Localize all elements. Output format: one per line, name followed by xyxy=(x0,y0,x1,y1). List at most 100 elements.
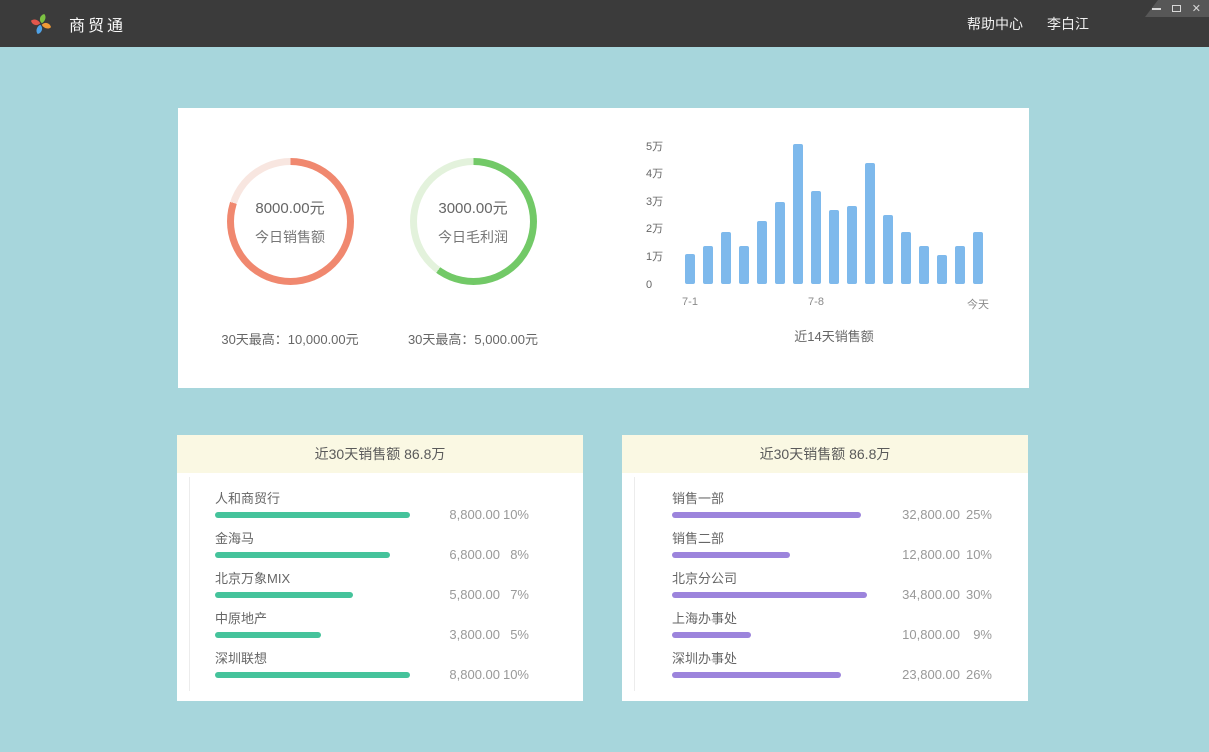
rank-item-percent: 10% xyxy=(960,547,992,562)
today-sales-ring: 8000.00元 今日销售额 xyxy=(227,158,354,285)
customer-rank-list: 人和商贸行8,800.0010% 金海马6,800.008% 北京万象MIX5,80… xyxy=(177,473,583,701)
rank-item-amount: 32,800.00 xyxy=(860,507,960,522)
rank-item-bar xyxy=(672,632,751,638)
maximize-icon[interactable] xyxy=(1172,5,1181,12)
bar xyxy=(901,232,911,284)
rank-item-bar xyxy=(672,672,841,678)
rank-item-values: 10,800.009% xyxy=(860,627,992,642)
bar xyxy=(811,191,821,285)
rank-item-bar xyxy=(672,552,790,558)
bar xyxy=(757,221,767,284)
rank-item-name: 北京万象MIX xyxy=(215,571,583,587)
rank-item-percent: 25% xyxy=(960,507,992,522)
rank-item-values: 5,800.007% xyxy=(400,587,529,602)
bar-chart-title: 近14天销售额 xyxy=(685,326,983,345)
x-axis-tick: 7-1 xyxy=(682,296,698,308)
rank-row[interactable]: 金海马6,800.008% xyxy=(215,531,583,558)
today-profit-label: 今日毛利润 xyxy=(438,227,508,247)
x-axis-tick: 7-8 xyxy=(808,296,824,308)
rank-item-values: 32,800.0025% xyxy=(860,507,992,522)
titlebar: 商贸通 帮助中心 李白江 ✕ xyxy=(0,0,1209,47)
rank-item-percent: 10% xyxy=(500,667,529,682)
bar xyxy=(721,232,731,284)
user-name-link[interactable]: 李白江 xyxy=(1047,14,1089,34)
rank-item-values: 8,800.0010% xyxy=(400,507,529,522)
rank-item-amount: 23,800.00 xyxy=(860,667,960,682)
today-profit-gauge: 3000.00元 今日毛利润 30天最高：5,000.00元 xyxy=(358,158,588,348)
rank-item-percent: 26% xyxy=(960,667,992,682)
bar xyxy=(883,215,893,284)
rank-item-values: 3,800.005% xyxy=(400,627,529,642)
bar xyxy=(739,246,749,285)
rank-item-amount: 8,800.00 xyxy=(400,507,500,522)
bar xyxy=(793,144,803,284)
bar xyxy=(703,246,713,285)
summary-card: 8000.00元 今日销售额 30天最高：10,000.00元 3000.00元… xyxy=(178,108,1029,388)
bar-chart-x-axis: 7-1 7-8 今天 xyxy=(618,296,1018,312)
rank-item-name: 中原地产 xyxy=(215,611,583,627)
bar xyxy=(937,255,947,284)
rank-item-bar xyxy=(215,512,410,518)
rank-item-values: 6,800.008% xyxy=(400,547,529,562)
rank-item-name: 销售二部 xyxy=(672,531,1028,547)
y-axis-tick: 4万 xyxy=(646,165,686,181)
rank-item-amount: 8,800.00 xyxy=(400,667,500,682)
department-rank-list: 销售一部32,800.0025% 销售二部12,800.0010% 北京分公司34,… xyxy=(622,473,1028,701)
bar xyxy=(919,246,929,285)
bar xyxy=(955,246,965,285)
rank-item-bar xyxy=(672,512,861,518)
rank-item-name: 上海办事处 xyxy=(672,611,1028,627)
rank-item-percent: 30% xyxy=(960,587,992,602)
rank-row[interactable]: 深圳办事处23,800.0026% xyxy=(672,651,1028,678)
window-controls: ✕ xyxy=(1145,0,1209,17)
rank-row[interactable]: 深圳联想8,800.0010% xyxy=(215,651,583,678)
close-icon[interactable]: ✕ xyxy=(1192,4,1201,14)
rank-item-values: 34,800.0030% xyxy=(860,587,992,602)
rank-item-values: 8,800.0010% xyxy=(400,667,529,682)
rank-row[interactable]: 中原地产3,800.005% xyxy=(215,611,583,638)
rank-item-amount: 5,800.00 xyxy=(400,587,500,602)
customer-rank-card: 近30天销售额 86.8万 人和商贸行8,800.0010% 金海马6,800.0… xyxy=(177,435,583,701)
rank-row[interactable]: 北京万象MIX5,800.007% xyxy=(215,571,583,598)
bar xyxy=(685,254,695,284)
department-rank-card: 近30天销售额 86.8万 销售一部32,800.0025% 销售二部12,800… xyxy=(622,435,1028,701)
rank-row[interactable]: 北京分公司34,800.0030% xyxy=(672,571,1028,598)
rank-row[interactable]: 销售二部12,800.0010% xyxy=(672,531,1028,558)
y-axis-tick: 5万 xyxy=(646,138,686,154)
today-sales-caption: 30天最高：10,000.00元 xyxy=(221,329,358,348)
rank-item-name: 北京分公司 xyxy=(672,571,1028,587)
minimize-icon[interactable] xyxy=(1152,8,1161,10)
bar xyxy=(973,232,983,284)
rank-row[interactable]: 销售一部32,800.0025% xyxy=(672,491,1028,518)
today-profit-caption: 30天最高：5,000.00元 xyxy=(408,329,538,348)
rank-item-percent: 8% xyxy=(500,547,529,562)
rank-item-bar xyxy=(215,632,321,638)
rank-item-name: 深圳联想 xyxy=(215,651,583,667)
x-axis-tick: 今天 xyxy=(967,296,989,312)
rank-item-percent: 10% xyxy=(500,507,529,522)
rank-item-amount: 12,800.00 xyxy=(860,547,960,562)
rank-item-bar xyxy=(672,592,867,598)
rank-item-amount: 6,800.00 xyxy=(400,547,500,562)
rank-item-name: 金海马 xyxy=(215,531,583,547)
bar xyxy=(847,206,857,284)
rank-item-bar xyxy=(215,552,390,558)
help-center-link[interactable]: 帮助中心 xyxy=(967,14,1023,34)
rank-item-amount: 34,800.00 xyxy=(860,587,960,602)
today-sales-label: 今日销售额 xyxy=(255,227,325,247)
rank-item-amount: 10,800.00 xyxy=(860,627,960,642)
rank-row[interactable]: 人和商贸行8,800.0010% xyxy=(215,491,583,518)
app-title: 商贸通 xyxy=(69,12,126,36)
customer-rank-title: 近30天销售额 86.8万 xyxy=(177,435,583,473)
rank-item-name: 销售一部 xyxy=(672,491,1028,507)
rank-item-values: 12,800.0010% xyxy=(860,547,992,562)
today-profit-value: 3000.00元 xyxy=(438,197,507,218)
bar xyxy=(775,202,785,285)
rank-item-values: 23,800.0026% xyxy=(860,667,992,682)
rank-item-percent: 9% xyxy=(960,627,992,642)
department-rank-title: 近30天销售额 86.8万 xyxy=(622,435,1028,473)
bar-group xyxy=(685,144,983,284)
today-profit-ring: 3000.00元 今日毛利润 xyxy=(410,158,537,285)
rank-item-bar xyxy=(215,672,410,678)
rank-row[interactable]: 上海办事处10,800.009% xyxy=(672,611,1028,638)
